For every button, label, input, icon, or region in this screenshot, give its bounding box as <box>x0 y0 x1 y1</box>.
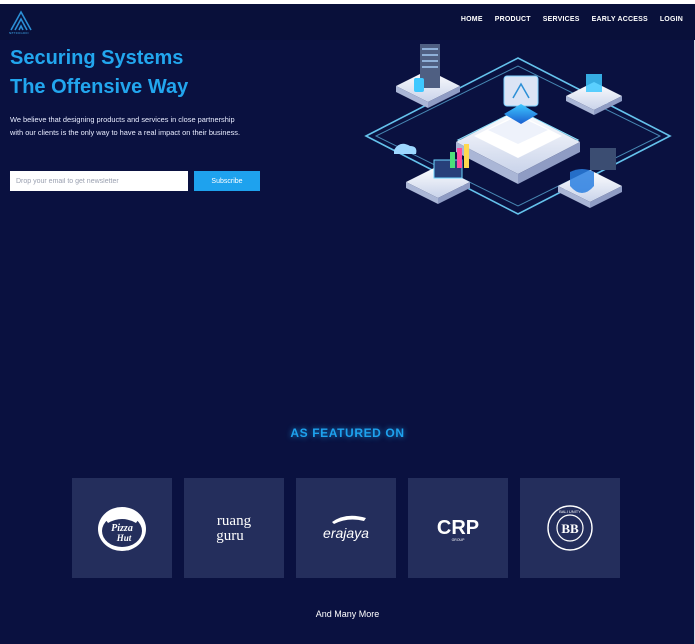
logo-icon <box>10 10 32 31</box>
crp-logo: CRP GROUP <box>437 517 479 542</box>
pizza-hut-text2: Hut <box>116 533 132 543</box>
main-menu: HOME PRODUCT SERVICES EARLY ACCESS LOGIN <box>461 16 683 23</box>
nav-login[interactable]: LOGIN <box>660 16 683 23</box>
nav-home[interactable]: HOME <box>461 16 483 23</box>
navbar: NETROGRID HOME PRODUCT SERVICES EARLY AC… <box>0 4 695 40</box>
partner-card-bali-unity[interactable]: BALI UNITY BB <box>520 478 620 578</box>
erajaya-logo: erajaya <box>323 515 369 541</box>
partner-card-ruangguru[interactable]: ruang guru <box>184 478 284 578</box>
ruangguru-text2: guru <box>216 528 244 544</box>
pizza-hut-logo: Pizza Hut <box>98 507 146 551</box>
nav-services[interactable]: SERVICES <box>543 16 580 23</box>
erajaya-text: erajaya <box>323 525 369 541</box>
nav-early-access[interactable]: EARLY ACCESS <box>592 16 648 23</box>
featured-heading: AS FEATURED ON <box>290 426 405 440</box>
subscribe-button[interactable]: Subscribe <box>194 171 260 191</box>
nav-product[interactable]: PRODUCT <box>495 16 531 23</box>
crp-text2: GROUP <box>452 538 466 542</box>
ruangguru-text1: ruang <box>217 513 252 529</box>
logo-text: NETROGRID <box>9 31 29 35</box>
bali-unity-text2: BB <box>561 521 579 536</box>
ruangguru-logo: ruang guru <box>216 513 252 544</box>
hero-title-line-1: Securing Systems <box>10 47 184 69</box>
hero-title-line-2: The Offensive Way <box>10 76 189 98</box>
bali-unity-logo: BALI UNITY BB <box>547 505 593 551</box>
partner-card-pizza-hut[interactable]: Pizza Hut <box>72 478 172 578</box>
partner-card-crp[interactable]: CRP GROUP <box>408 478 508 578</box>
bali-unity-text1: BALI UNITY <box>559 509 581 514</box>
email-input[interactable] <box>10 171 188 191</box>
hero-title: Securing Systems The Offensive Way <box>10 44 188 102</box>
isometric-network-illustration <box>364 44 672 215</box>
hero-description: We believe that designing products and s… <box>10 115 241 137</box>
and-many-more-text: And Many More <box>315 609 380 619</box>
crp-text1: CRP <box>437 517 479 539</box>
partner-card-erajaya[interactable]: erajaya <box>296 478 396 578</box>
